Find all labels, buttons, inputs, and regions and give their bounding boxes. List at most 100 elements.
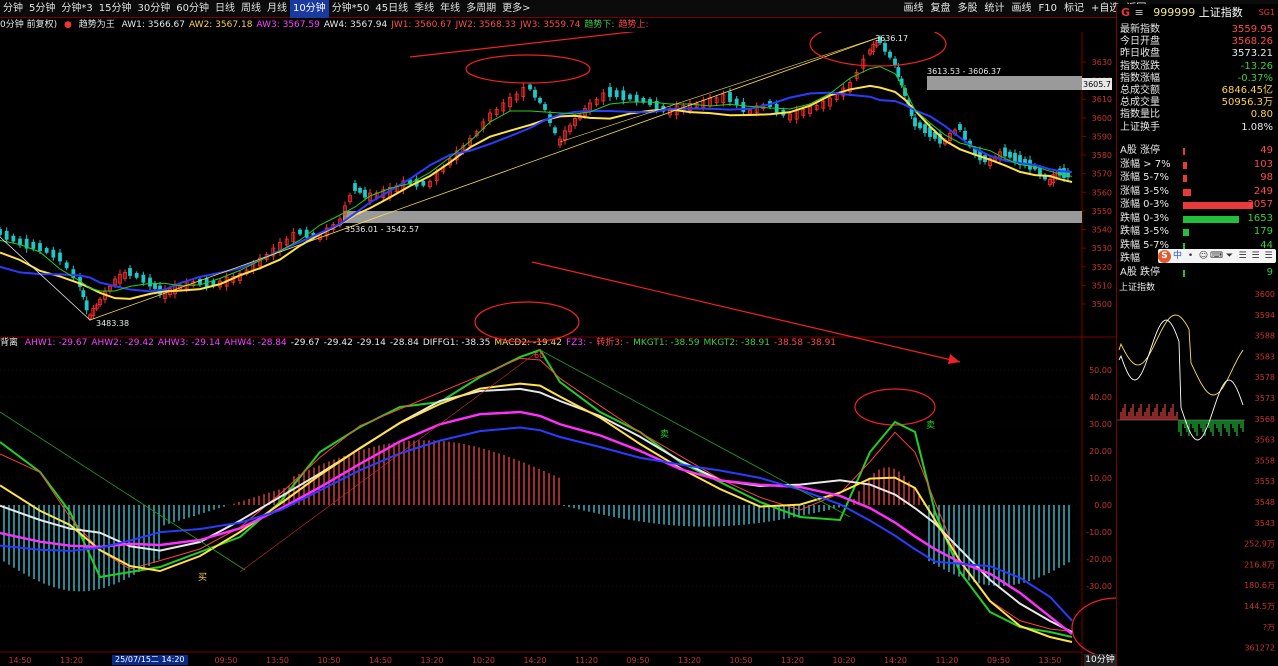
time-tick: 10:50: [729, 656, 752, 665]
price-tick: 3630: [1092, 58, 1112, 67]
mini-axis-tick: 216.8万: [1244, 560, 1275, 569]
macd-white-line: [0, 387, 1073, 633]
candle-body: [883, 42, 887, 52]
macd-magenta-line: [0, 410, 1073, 635]
mini-axis-tick: 3543: [1255, 519, 1275, 528]
macd-red-line: [0, 357, 1073, 632]
ime-btn-7[interactable]: ☰: [1262, 249, 1275, 263]
macd-tick: -10.00: [1086, 528, 1112, 537]
period-3[interactable]: 15分钟: [96, 0, 135, 18]
price-tick: 3550: [1092, 207, 1112, 216]
dist-row-0: A股 涨停 49: [1117, 145, 1277, 157]
macd-trend-line: [539, 349, 851, 518]
period-0[interactable]: 分钟: [0, 0, 26, 18]
period-7[interactable]: 周线: [238, 0, 264, 18]
trend-line-3: [559, 36, 881, 143]
time-tick: 14:50: [369, 656, 392, 665]
candle-body: [928, 127, 932, 137]
period-11[interactable]: 45日线: [372, 0, 411, 18]
period-2[interactable]: 分钟*3: [58, 0, 95, 18]
dist-row-6: 跌幅 3-5% 179: [1117, 226, 1277, 238]
period-13[interactable]: 年线: [437, 0, 463, 18]
quote-row-0: 最新指数 3559.95: [1117, 24, 1277, 36]
red-arrow-middle: [531, 261, 961, 363]
macd-tick: -20.00: [1086, 555, 1112, 564]
quote-row-5: 总成交额 6846.45亿: [1117, 85, 1277, 97]
candle-body: [421, 180, 426, 186]
dist-bar: [1183, 188, 1192, 196]
period-5[interactable]: 60分钟: [173, 0, 212, 18]
ime-btn-3[interactable]: ⌨: [1210, 249, 1223, 263]
tool-button-1[interactable]: 复盘: [927, 0, 954, 18]
ime-btn-5[interactable]: ☰: [1236, 249, 1249, 263]
mini-axis-tick: 180.6万: [1244, 581, 1275, 590]
dist-bar: [1183, 215, 1239, 223]
macd-yellow-line: [0, 382, 1073, 643]
quote-row-8: 上证换手 1.08%: [1117, 122, 1277, 134]
period-6[interactable]: 日线: [212, 0, 238, 18]
dist-label: A股 涨停: [1120, 145, 1161, 156]
candle-body: [58, 252, 62, 262]
dist-label: 涨幅 3-5%: [1120, 185, 1170, 197]
candle-body: [628, 94, 632, 100]
dist-row-2: 涨幅 5-7% 98: [1117, 172, 1277, 184]
candle-body: [634, 94, 639, 103]
candle-body: [358, 187, 362, 193]
zone-lower-label: 3536.01 - 3542.57: [345, 225, 419, 234]
ime-btn-4[interactable]: ⏷: [1223, 249, 1236, 263]
ma-green-line: [0, 66, 1073, 292]
main-indicator-value-4: JW1: 3560.67: [391, 20, 452, 30]
candle-body: [1003, 147, 1007, 157]
price-tick: 3510: [1092, 281, 1112, 290]
red-arrowhead-icon: [948, 354, 960, 364]
quote-label: 指数量比: [1120, 109, 1160, 121]
support-zone: [343, 211, 1082, 223]
period-15[interactable]: 更多>: [499, 0, 533, 18]
period-14[interactable]: 多周期: [463, 0, 499, 18]
time-tick: 09:50: [214, 656, 237, 665]
menu-icon[interactable]: ≡: [1135, 6, 1144, 19]
tool-button-4[interactable]: 画线: [1008, 0, 1035, 18]
mini-intraday-chart[interactable]: 3600 3594 3588 3583 3578 3573 3568 3563 3558 3553…: [1117, 290, 1277, 665]
tool-button-2[interactable]: 多股: [954, 0, 981, 18]
tool-button-0[interactable]: 画线: [900, 0, 927, 18]
dist-value: 1653: [1247, 212, 1273, 224]
period-4[interactable]: 30分钟: [134, 0, 173, 18]
period-9[interactable]: 10分钟: [289, 0, 329, 18]
date-tag: 25/07/15二 14:20: [112, 655, 188, 665]
period-8[interactable]: 月线: [264, 0, 290, 18]
time-tick: 09:50: [626, 656, 649, 665]
chart-area[interactable]: 3630362036103600359035803570356035503540…: [0, 32, 1116, 666]
period-12[interactable]: 季线: [411, 0, 437, 18]
dist-row-9: A股 跌停 9: [1117, 267, 1277, 279]
candle-body: [51, 249, 56, 258]
ime-btn-6[interactable]: ☰: [1249, 249, 1262, 263]
ime-btn-0[interactable]: 中: [1171, 249, 1184, 263]
ime-btn-2[interactable]: ☺: [1197, 249, 1210, 263]
highlight-circle: [1071, 597, 1116, 659]
mini-axis-tick: 144.5万: [1244, 602, 1275, 611]
price-tick: 3590: [1092, 132, 1112, 141]
ime-btn-1[interactable]: •: [1184, 249, 1197, 263]
period-label[interactable]: 10分钟: [1084, 654, 1116, 666]
ime-toolbar[interactable]: S中•☺⌨⏷☰☰☰☰: [1158, 249, 1278, 263]
price-tick: 3540: [1092, 226, 1112, 235]
mini-axis-tick: 361272: [1244, 644, 1275, 653]
ime-logo-icon[interactable]: S: [1158, 250, 1171, 263]
candle-body: [888, 51, 892, 58]
tool-button-5[interactable]: F10: [1035, 0, 1060, 18]
tool-button-6[interactable]: 标记: [1060, 0, 1087, 18]
quote-value: -0.37%: [1237, 72, 1273, 84]
main-indicator-value-0: AW1: 3566.67: [121, 20, 186, 30]
candle-body: [538, 97, 542, 103]
tool-button-3[interactable]: 统计: [981, 0, 1008, 18]
period-1[interactable]: 5分钟: [26, 0, 58, 18]
mini-axis-tick: 3578: [1255, 373, 1275, 382]
close-icon[interactable]: ●: [64, 20, 76, 30]
period-10[interactable]: 分钟*50: [329, 0, 373, 18]
candle-body: [0, 229, 2, 235]
indicator-name[interactable]: 趋势为王: [79, 20, 119, 30]
candle-body: [298, 229, 302, 235]
quote-row-4: 指数涨幅 -0.37%: [1117, 73, 1277, 85]
quote-value: 6846.45亿: [1221, 85, 1273, 96]
